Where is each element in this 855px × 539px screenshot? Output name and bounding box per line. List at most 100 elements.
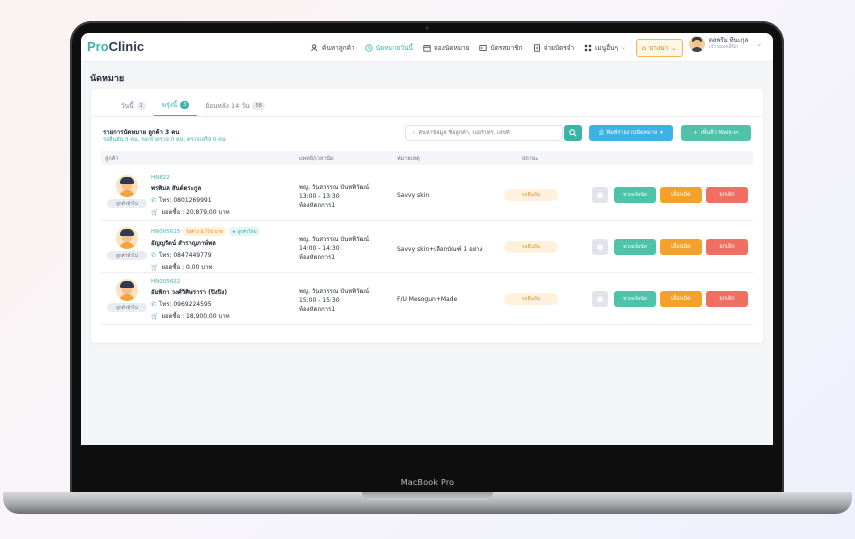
room-name: ห้องหัตถการ1 <box>299 306 336 313</box>
phone-icon: ✆ <box>151 300 157 308</box>
nav-member-card[interactable]: บัตรสมาชิก <box>479 43 523 53</box>
cart-icon: 🛒 <box>151 263 159 271</box>
search-icon: ⌕ <box>412 129 416 136</box>
table-header: ลูกค้า แพทย์/เวลานัด หมายเหตุ สถานะ <box>101 151 753 165</box>
cancel-button[interactable]: ยกเลิก <box>706 291 748 307</box>
tab-today[interactable]: วันนี้ 1 <box>113 96 154 117</box>
member-badge: ลูกค้าทั่วไป <box>107 303 147 312</box>
remind-button[interactable]: ทวงแจ้งนัด <box>614 187 656 203</box>
customer-hn[interactable]: HN005615 <box>151 229 180 235</box>
chat-button[interactable]: ● <box>592 187 608 203</box>
home-icon: ⌂ <box>641 43 647 52</box>
user-name: ดลพรีม ทีนะกุล <box>709 37 749 44</box>
branch-selector[interactable]: ⌂ บางนา ⌄ <box>635 38 683 57</box>
room-name: ห้องหัตถการ1 <box>299 254 336 261</box>
customer-phone: โทร: 0801269991 <box>159 197 212 204</box>
laptop-notch <box>362 492 493 500</box>
appointment-note: Savvy skin+เลือกบัณฑ์ 1 อย่าง <box>397 246 483 253</box>
status-badge: รอยืนยัน <box>504 241 558 253</box>
page-title: นัดหมาย <box>90 74 125 84</box>
doctor-name: พญ. วันสวรรณ บันทพิวัฒน์ <box>299 184 370 191</box>
appointment-tabs: วันนี้ 1 พรุ่งนี้ 3 ย้อนหลัง 14 วัน 58 <box>113 96 273 117</box>
app-logo[interactable]: ProClinic <box>87 39 144 54</box>
table-row: ลูกค้าทั่วไป HN005622 อัมพิกา วงศ์วิศิษร… <box>101 273 753 325</box>
chat-button[interactable]: ● <box>592 239 608 255</box>
cart-icon: 🛒 <box>151 312 159 320</box>
tab-count-badge: 1 <box>136 102 146 110</box>
user-menu[interactable]: ดลพรีม ทีนะกุล เจ้าของคลินิก ⌄ <box>689 36 762 52</box>
cancel-button[interactable]: ยกเลิก <box>706 239 748 255</box>
avatar <box>116 279 138 301</box>
search-icon <box>569 129 577 137</box>
caret-down-icon: ▾ <box>660 130 663 136</box>
doctor-name: พญ. วันสวรรณ บันทพิวัฒน์ <box>299 236 370 243</box>
tab-divider <box>91 116 763 117</box>
customer-hn[interactable]: HN005622 <box>151 279 180 285</box>
appointment-time: 14:00 - 14:30 <box>299 245 340 252</box>
calendar-add-icon <box>423 44 431 52</box>
chat-icon: ● <box>596 191 604 199</box>
customer-name: อัมพิกา วงศ์วิศิษรารา (ปิงปิง) <box>151 289 228 296</box>
chevron-down-icon: ⌄ <box>671 43 677 52</box>
nav-customer-search[interactable]: ค้นหาลูกค้า <box>311 43 355 53</box>
appointment-time: 15:00 - 15:30 <box>299 297 340 304</box>
phone-icon: ✆ <box>151 251 157 259</box>
search-button[interactable] <box>564 125 582 141</box>
search-input[interactable] <box>418 130 559 136</box>
chevron-down-icon: ⌄ <box>620 44 626 51</box>
header-status: สถานะ <box>522 156 539 162</box>
camera-icon <box>425 26 429 30</box>
appointment-time: 13:00 - 13:30 <box>299 193 340 200</box>
tab-tomorrow[interactable]: พรุ่งนี้ 3 <box>153 96 198 117</box>
postpone-button[interactable]: เลื่อนนัด <box>660 187 702 203</box>
header-reason: หมายเหตุ <box>397 156 420 162</box>
chat-icon: ● <box>596 243 604 251</box>
nav-book-appointment[interactable]: จองนัดหมาย <box>423 43 469 53</box>
customer-name: พรพิมล สันต์ตระกูล <box>151 185 202 192</box>
remind-button[interactable]: ทวงแจ้งนัด <box>614 291 656 307</box>
document-icon <box>533 43 540 52</box>
cancel-button[interactable]: ยกเลิก <box>706 187 748 203</box>
customer-balance: ยอดซื้อ : 0.00 บาท <box>161 264 213 271</box>
postpone-button[interactable]: เลื่อนนัด <box>660 239 702 255</box>
table-row: ลูกค้าทั่วไป HN822 พรพิมล สันต์ตระกูล ✆ โ… <box>101 169 753 221</box>
customer-balance: ยอดซื้อ : 20,879.00 บาท <box>161 209 230 216</box>
new-customer-tag: ★ ลูกค้าใหม่ <box>228 227 260 236</box>
nav-today-appointments[interactable]: นัดหมายวันนี้ <box>365 43 413 53</box>
tab-count-badge: 3 <box>180 101 190 109</box>
app-screen: ProClinic ค้นหาลูกค้า นัดหมายวันนี้ จองน… <box>81 33 773 445</box>
appointment-note: Savvy skin <box>397 192 430 199</box>
customer-hn[interactable]: HN822 <box>151 175 170 181</box>
customer-phone: โทร: 0847449779 <box>159 252 212 259</box>
tab-past-14-days[interactable]: ย้อนหลัง 14 วัน 58 <box>197 96 272 117</box>
doctor-name: พญ. วันสวรรณ บันทพิวัฒน์ <box>299 288 370 295</box>
table-row: ลูกค้าทั่วไป HN005615 ยังค้าง 8,750 บาท … <box>101 221 753 273</box>
appointment-note: F/U Mesogun+Made <box>397 296 458 303</box>
user-role: เจ้าของคลินิก <box>709 44 739 50</box>
status-badge: รอยืนยัน <box>504 293 558 305</box>
star-icon: ★ <box>231 230 236 235</box>
remind-button[interactable]: ทวงแจ้งนัด <box>614 239 656 255</box>
customer-phone: โทร: 0969224595 <box>159 301 212 308</box>
summary-subtitle: รอยืนยัน 3 คน, รอเข้าตรวจ 0 คน, ตรวจเสร็… <box>103 137 226 143</box>
room-name: ห้องหัตถการ1 <box>299 202 336 209</box>
phone-icon: ✆ <box>151 196 157 204</box>
main-nav: ค้นหาลูกค้า นัดหมายวันนี้ จองนัดหมาย บัต… <box>311 33 683 62</box>
print-report-button[interactable]: ⎙ พิมพ์รายงานนัดหมาย ▾ <box>589 125 673 141</box>
user-search-icon <box>311 43 317 51</box>
clock-icon <box>365 43 373 52</box>
plus-icon: + <box>693 130 698 136</box>
nav-other-menu[interactable]: เมนูอื่นๆ ⌄ <box>584 43 626 53</box>
appointments-card: วันนี้ 1 พรุ่งนี้ 3 ย้อนหลัง 14 วัน 58 ร… <box>91 89 763 343</box>
nav-payment[interactable]: จ่ายบัตรจำ <box>533 43 574 53</box>
chat-button[interactable]: ● <box>592 291 608 307</box>
avatar <box>689 36 705 52</box>
search-box: ⌕ <box>405 125 563 141</box>
grid-icon <box>584 44 592 51</box>
id-card-icon <box>479 44 488 51</box>
top-navigation-bar: ProClinic ค้นหาลูกค้า นัดหมายวันนี้ จองน… <box>81 33 773 62</box>
add-walkin-button[interactable]: + เพิ่มคิว Walk-in <box>681 125 751 141</box>
device-label: MacBook Pro <box>400 478 455 487</box>
avatar <box>116 175 138 197</box>
postpone-button[interactable]: เลื่อนนัด <box>660 291 702 307</box>
